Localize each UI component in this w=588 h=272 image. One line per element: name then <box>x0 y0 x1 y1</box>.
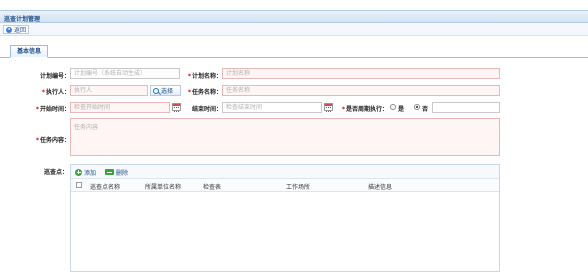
start-time-input[interactable]: 检查开始时间 <box>70 102 170 113</box>
search-icon <box>153 87 159 94</box>
start-time-label: *开始时间： <box>35 106 70 113</box>
plan-name-input[interactable]: 计划名称 <box>222 68 500 79</box>
calendar-icon[interactable] <box>172 103 181 112</box>
select-executor-button[interactable]: 选择 <box>150 85 181 96</box>
delete-button-label: 删除 <box>116 169 129 177</box>
back-button-label: 返回 <box>14 27 27 34</box>
task-name-label: *任务名称： <box>187 89 222 96</box>
window-titlebar: 巡查计划管理 <box>0 10 588 23</box>
column-header[interactable]: 描述信息 <box>368 182 392 191</box>
plan-no-input[interactable]: 计划编号（系统自动生成） <box>70 68 180 79</box>
calendar-icon[interactable] <box>324 103 333 112</box>
periodic-label: *是否周期执行： <box>341 106 388 113</box>
periodic-no-radio[interactable] <box>414 104 420 110</box>
task-content-label: *任务内容： <box>35 137 70 144</box>
tab-bar: 基本信息 <box>0 44 588 58</box>
back-arrow-icon <box>6 26 12 33</box>
end-time-input[interactable]: 检查结束时间 <box>222 102 322 113</box>
periodic-yes-radio[interactable] <box>390 104 396 110</box>
add-icon <box>75 168 82 176</box>
tab-basic-info[interactable]: 基本信息 <box>10 45 49 58</box>
delete-icon <box>105 169 114 175</box>
plan-no-label: 计划编号： <box>39 73 70 80</box>
end-time-label: 结束时间： <box>191 106 222 113</box>
grid-header: 巡查点名称 所属单位名称 检查表 工作场所 描述信息 <box>71 179 499 192</box>
select-button-label: 选择 <box>161 88 174 95</box>
periodic-no-label: 否 <box>422 106 429 113</box>
periodic-yes-label: 是 <box>398 106 405 113</box>
executor-label: *执行人： <box>41 89 70 96</box>
task-content-textarea[interactable]: 任务内容 <box>70 118 500 156</box>
period-input[interactable] <box>432 102 500 113</box>
plan-name-label: *计划名称： <box>187 73 222 80</box>
window-title: 巡查计划管理 <box>4 16 41 23</box>
toolbar: 返回 <box>0 23 588 36</box>
executor-input[interactable]: 执行人 <box>70 85 148 96</box>
grid-toolbar: 添加 删除 <box>71 165 499 179</box>
back-button[interactable]: 返回 <box>3 25 30 34</box>
select-all-checkbox[interactable] <box>76 182 82 188</box>
task-name-input[interactable]: 任务名称 <box>222 85 500 96</box>
column-header[interactable]: 检查表 <box>203 182 221 191</box>
add-button[interactable]: 添加 <box>75 167 96 177</box>
checkpoints-grid: 添加 删除 巡查点名称 所属单位名称 检查表 工作场所 描述信息 <box>70 164 500 272</box>
column-header[interactable]: 工作场所 <box>286 182 310 191</box>
add-button-label: 添加 <box>84 169 97 177</box>
delete-button[interactable]: 删除 <box>105 167 128 177</box>
column-header[interactable]: 巡查点名称 <box>90 182 120 191</box>
column-header[interactable]: 所属单位名称 <box>145 182 181 191</box>
checkpoints-label: 巡查点： <box>43 169 68 176</box>
